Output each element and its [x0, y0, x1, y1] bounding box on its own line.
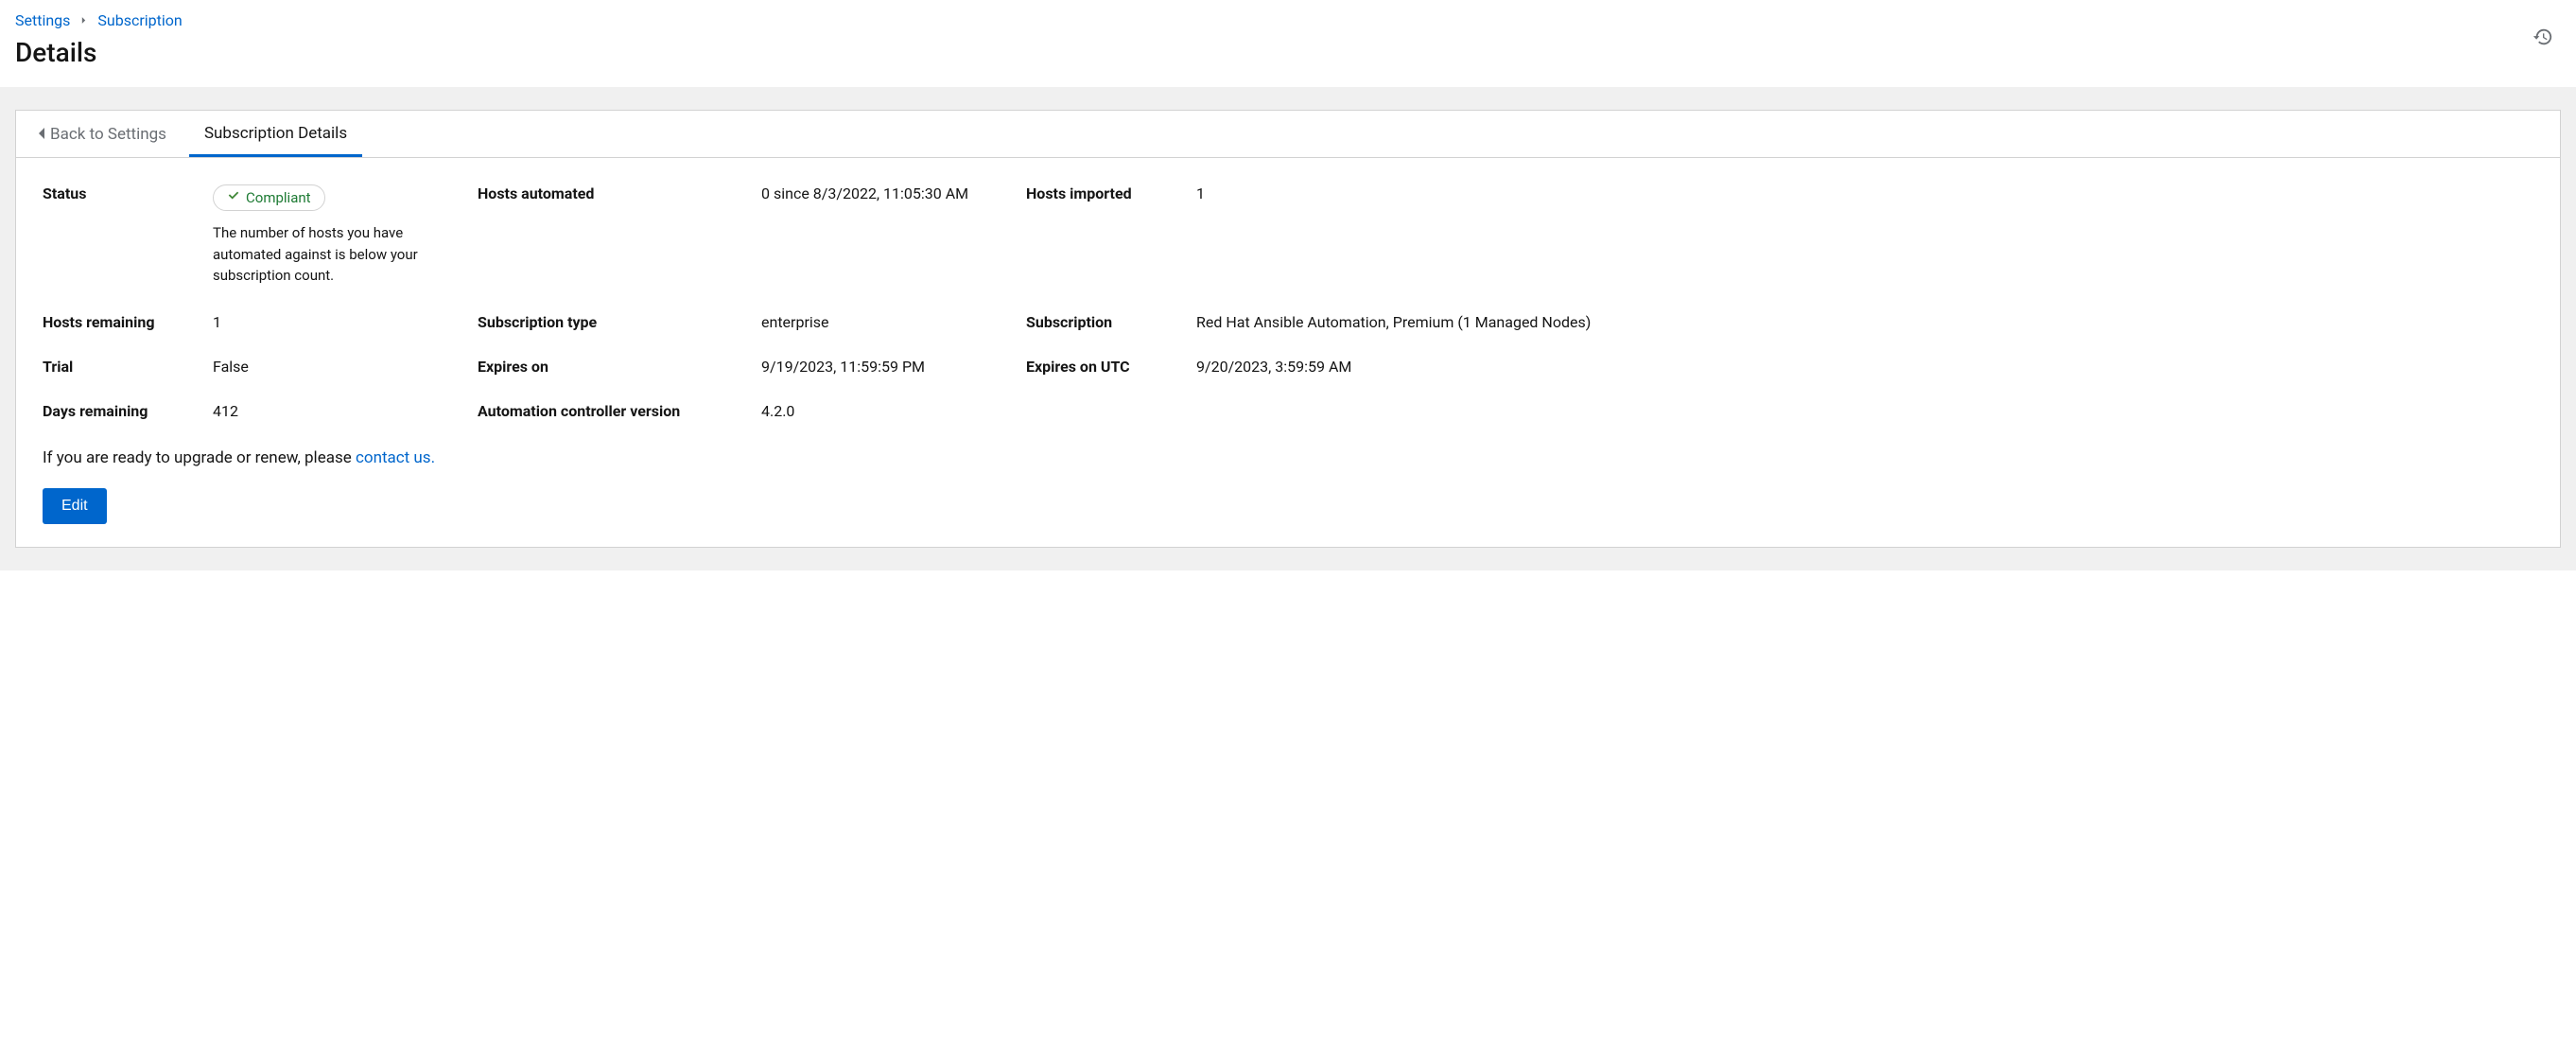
label-expires-utc: Expires on UTC [1026, 358, 1177, 376]
label-days-remaining: Days remaining [43, 402, 194, 420]
label-automation-version: Automation controller version [478, 402, 742, 420]
upgrade-cta: If you are ready to upgrade or renew, pl… [43, 448, 2533, 467]
breadcrumb: Settings Subscription [15, 11, 2561, 29]
breadcrumb-subscription[interactable]: Subscription [97, 11, 182, 29]
value-hosts-remaining: 1 [213, 313, 459, 331]
label-status: Status [43, 184, 194, 202]
chevron-right-icon [79, 13, 88, 28]
tabs-row: Back to Settings Subscription Details [16, 111, 2560, 158]
value-hosts-automated: 0 since 8/3/2022, 11:05:30 AM [761, 184, 1007, 202]
tab-subscription-details[interactable]: Subscription Details [189, 111, 362, 157]
value-hosts-imported: 1 [1196, 184, 2533, 202]
value-trial: False [213, 358, 459, 376]
label-subscription: Subscription [1026, 313, 1177, 331]
label-expires-on: Expires on [478, 358, 742, 376]
value-subscription-type: enterprise [761, 313, 1007, 331]
history-icon [2532, 36, 2553, 50]
label-subscription-type: Subscription type [478, 313, 742, 331]
back-label: Back to Settings [50, 125, 166, 144]
check-icon [227, 189, 240, 206]
label-hosts-automated: Hosts automated [478, 184, 742, 202]
value-expires-utc: 9/20/2023, 3:59:59 AM [1196, 358, 2533, 376]
page-title: Details [15, 37, 2561, 68]
subscription-card: Back to Settings Subscription Details St… [15, 110, 2561, 548]
value-subscription: Red Hat Ansible Automation, Premium (1 M… [1196, 313, 2533, 331]
value-automation-version: 4.2.0 [761, 402, 1007, 420]
label-hosts-remaining: Hosts remaining [43, 313, 194, 331]
label-trial: Trial [43, 358, 194, 376]
value-status: Compliant The number of hosts you have a… [213, 184, 459, 287]
status-badge: Compliant [213, 184, 325, 211]
status-badge-text: Compliant [246, 189, 311, 206]
contact-us-link[interactable]: contact us. [356, 448, 435, 467]
edit-button[interactable]: Edit [43, 488, 107, 524]
caret-left-icon [39, 125, 46, 144]
label-hosts-imported: Hosts imported [1026, 184, 1177, 202]
back-to-settings-link[interactable]: Back to Settings [24, 112, 189, 157]
value-expires-on: 9/19/2023, 11:59:59 PM [761, 358, 1007, 376]
breadcrumb-settings[interactable]: Settings [15, 11, 70, 29]
value-days-remaining: 412 [213, 402, 459, 420]
history-button[interactable] [2529, 23, 2557, 54]
status-description: The number of hosts you have automated a… [213, 222, 440, 287]
cta-text: If you are ready to upgrade or renew, pl… [43, 448, 356, 467]
